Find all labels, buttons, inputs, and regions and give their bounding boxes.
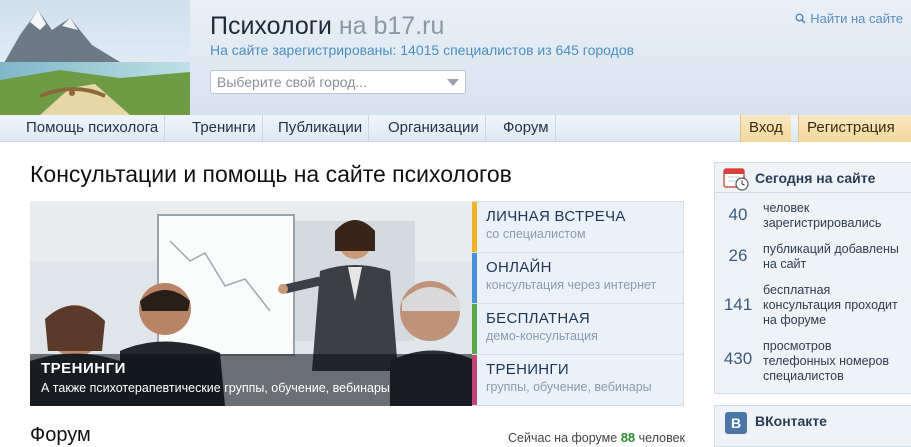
page-title: Консультации и помощь на сайте психолого… — [30, 161, 512, 187]
nav-item-organizations[interactable]: Организации — [382, 115, 486, 142]
stat-number: 430 — [723, 349, 753, 368]
search-icon — [795, 13, 806, 24]
nav-item-forum[interactable]: Форум — [497, 115, 556, 142]
stat-text: публикаций добавлены на сайт — [763, 242, 899, 271]
service-color-bar — [472, 202, 477, 252]
banner-title: ТРЕНИНГИ — [41, 360, 126, 377]
stat-number: 40 — [728, 205, 748, 224]
city-select[interactable]: Выберите свой город... — [210, 70, 466, 94]
site-title-main: Психологи — [210, 12, 332, 40]
forum-online-suffix: человек — [638, 431, 685, 445]
site-search-link[interactable]: Найти на сайте — [795, 11, 903, 26]
site-header: Психологи на b17.ru На сайте зарегистрир… — [0, 0, 911, 115]
registration-stats: На сайте зарегистрированы: 14015 специал… — [210, 42, 635, 58]
site-logo-landscape[interactable] — [0, 0, 190, 115]
service-subtitle: консультация через интернет — [486, 278, 657, 292]
forum-online-number: 88 — [620, 430, 636, 445]
vk-widget-title: ВКонтакте — [755, 413, 827, 429]
register-button[interactable]: Регистрация — [798, 115, 911, 142]
service-trainings[interactable]: ТРЕНИНГИ группы, обучение, вебинары — [472, 355, 683, 406]
forum-online-count: Сейчас на форуме 88 человек — [508, 430, 685, 445]
today-panel-title: Сегодня на сайте — [755, 169, 876, 186]
service-list: ЛИЧНАЯ ВСТРЕЧА со специалистом ОНЛАЙН ко… — [472, 201, 684, 406]
service-color-bar — [472, 253, 477, 303]
city-select-placeholder: Выберите свой город... — [217, 74, 368, 90]
main-nav: Помощь психолога Тренинги Публикации Орг… — [0, 115, 911, 142]
service-color-bar — [472, 355, 477, 405]
service-subtitle: со специалистом — [486, 227, 586, 241]
service-online[interactable]: ОНЛАЙН консультация через интернет — [472, 253, 683, 304]
service-title: ЛИЧНАЯ ВСТРЕЧА — [486, 208, 626, 225]
nav-item-trainings[interactable]: Тренинги — [186, 115, 263, 142]
trainings-banner[interactable]: ТРЕНИНГИ А также психотерапевтические гр… — [30, 201, 472, 406]
chevron-down-icon — [447, 79, 459, 86]
site-search-label: Найти на сайте — [810, 11, 903, 26]
stat-number: 26 — [728, 246, 748, 265]
stat-text: просмотров телефонных номеров специалист… — [763, 339, 890, 383]
banner-caption: ТРЕНИНГИ А также психотерапевтические гр… — [30, 354, 472, 406]
login-button[interactable]: Вход — [740, 115, 791, 142]
stat-number: 141 — [723, 295, 753, 314]
service-title: ОНЛАЙН — [486, 259, 552, 276]
vk-logo-icon: В — [725, 412, 747, 434]
nav-item-publications[interactable]: Публикации — [272, 115, 370, 142]
service-free[interactable]: БЕСПЛАТНАЯ демо-консультация — [472, 304, 683, 355]
service-in-person[interactable]: ЛИЧНАЯ ВСТРЕЧА со специалистом — [472, 202, 683, 253]
site-title[interactable]: Психологи на b17.ru — [210, 12, 444, 41]
today-panel-header: Сегодня на сайте — [715, 163, 911, 193]
service-subtitle: демо-консультация — [486, 329, 598, 343]
service-title: ТРЕНИНГИ — [486, 361, 569, 378]
banner-subtitle: А также психотерапевтические группы, обу… — [41, 381, 390, 395]
forum-online-prefix: Сейчас на форуме — [508, 431, 618, 445]
calendar-clock-icon — [723, 167, 749, 191]
site-title-domain: на b17.ru — [338, 12, 445, 40]
stat-text: человек зарегистрировались — [763, 201, 882, 230]
stat-text: бесплатная консультация проходит на фору… — [763, 283, 898, 327]
today-on-site-panel: Сегодня на сайте 40 человек зарегистриро… — [714, 162, 911, 394]
service-subtitle: группы, обучение, вебинары — [486, 380, 652, 394]
vk-widget[interactable]: В ВКонтакте — [714, 405, 911, 447]
forum-heading[interactable]: Форум — [30, 424, 91, 447]
service-title: БЕСПЛАТНАЯ — [486, 310, 590, 327]
nav-item-help[interactable]: Помощь психолога — [20, 115, 166, 142]
service-color-bar — [472, 304, 477, 354]
